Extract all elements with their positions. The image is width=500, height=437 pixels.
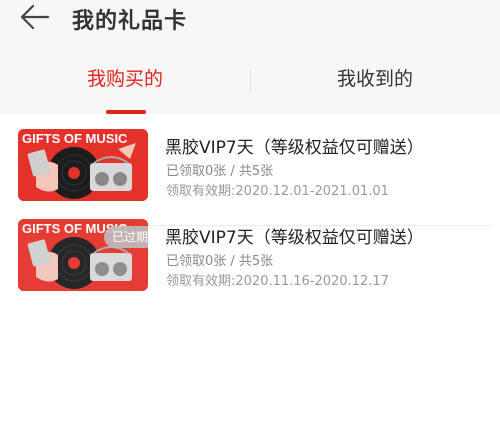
tab-bought[interactable]: 我购买的 <box>0 64 250 91</box>
gift-card[interactable]: GIFTS OF MUSIC 已过期 黑胶VIP7天（等级权益仅可赠送） 已领取… <box>0 219 500 309</box>
gift-card-list: GIFTS OF MUSIC 黑胶VIP7天（等级权益仅可赠送） 已领取0张 /… <box>0 114 500 437</box>
tab-bar: 我购买的 我收到的 <box>0 44 500 114</box>
gift-card-thumbnail: GIFTS OF MUSIC 已过期 <box>18 219 148 291</box>
gift-card-count: 已领取0张 / 共5张 <box>166 164 274 179</box>
gift-card-thumbnail: GIFTS OF MUSIC <box>18 129 148 201</box>
back-button[interactable] <box>18 2 52 32</box>
header-bar: 我的礼品卡 <box>0 0 500 44</box>
gift-card-title: 黑胶VIP7天（等级权益仅可赠送） <box>165 138 424 158</box>
arrow-left-icon <box>20 4 50 30</box>
gift-card-thumbnail-text: GIFTS OF MUSIC <box>22 131 128 146</box>
gift-card-validity: 领取有效期:2020.11.16-2020.12.17 <box>166 274 389 289</box>
gift-card-validity: 领取有效期:2020.12.01-2021.01.01 <box>166 184 389 199</box>
tab-received[interactable]: 我收到的 <box>250 64 500 91</box>
gift-card-count: 已领取0张 / 共5张 <box>166 254 274 269</box>
gift-card-title: 黑胶VIP7天（等级权益仅可赠送） <box>165 228 424 248</box>
page-title: 我的礼品卡 <box>72 9 188 34</box>
expired-badge: 已过期 <box>104 226 148 248</box>
gift-card[interactable]: GIFTS OF MUSIC 黑胶VIP7天（等级权益仅可赠送） 已领取0张 /… <box>0 129 500 226</box>
